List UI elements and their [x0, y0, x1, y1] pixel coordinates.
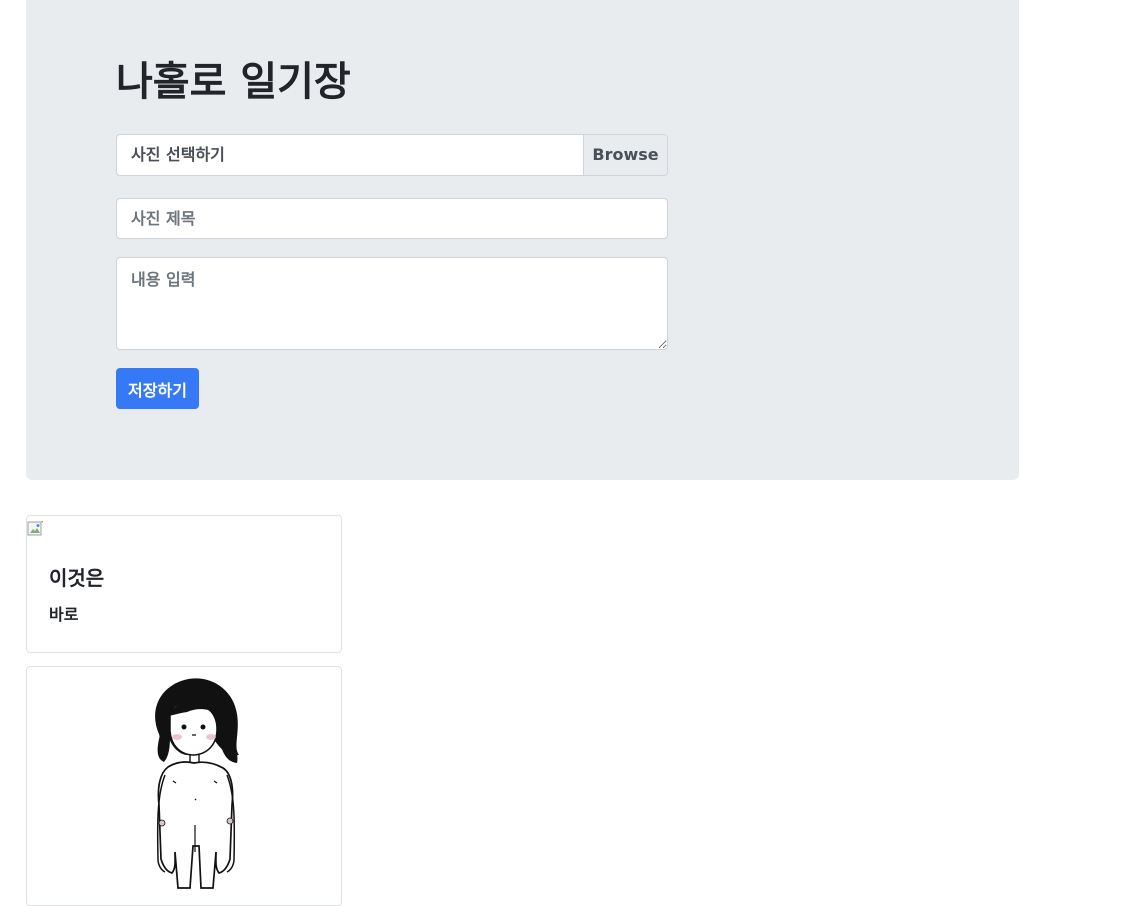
content-input[interactable] [116, 257, 668, 350]
photo-file-input[interactable]: 사진 선택하기 Browse [116, 134, 668, 176]
photo-title-input[interactable] [116, 198, 668, 239]
card-text: 바로 [49, 605, 79, 624]
diary-form-section: 나홀로 일기장 사진 선택하기 Browse 저장하기 [26, 0, 1019, 480]
diary-card [26, 666, 342, 906]
card-title: 이것은 [49, 566, 105, 590]
girl-illustration [155, 678, 239, 889]
photo-file-label[interactable]: 사진 선택하기 [117, 135, 583, 175]
broken-image-icon [27, 521, 43, 536]
diary-card: 이것은 바로 [26, 515, 342, 653]
save-button[interactable]: 저장하기 [116, 368, 199, 409]
page-title: 나홀로 일기장 [116, 59, 351, 105]
browse-button[interactable]: Browse [583, 135, 667, 175]
